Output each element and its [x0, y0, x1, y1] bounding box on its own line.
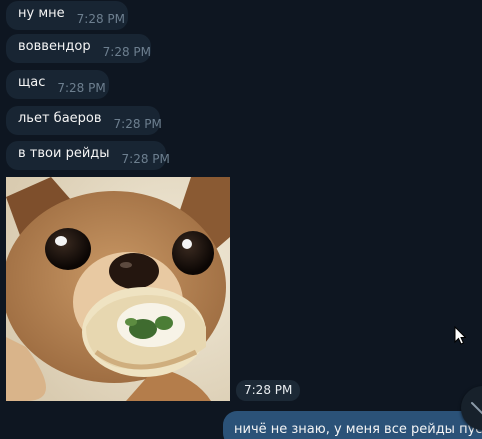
message-time: 7:28 PM: [76, 11, 125, 26]
message-time: 7:28 PM: [57, 80, 106, 95]
message-text: льет баеров: [18, 111, 102, 126]
message-bubble[interactable]: воввендор 7:28 PM: [6, 34, 151, 63]
message-text: воввендор: [18, 39, 91, 54]
outgoing-message-bubble[interactable]: ничё не знаю, у меня все рейды пустые: [223, 411, 482, 439]
chihuahua-photo-image: [6, 177, 230, 401]
message-bubble[interactable]: щас 7:28 PM: [6, 70, 109, 99]
message-time: 7:28 PM: [102, 44, 151, 59]
scroll-down-button[interactable]: [461, 386, 482, 430]
message-time: 7:28 PM: [121, 151, 170, 166]
message-text: ну мне: [18, 6, 65, 21]
message-text: в твои рейды: [18, 146, 110, 161]
message-bubble[interactable]: ну мне 7:28 PM: [6, 1, 128, 30]
chihuahua-photo[interactable]: [6, 177, 230, 401]
chat-history: ну мне 7:28 PM воввендор 7:28 PM щас 7:2…: [0, 0, 482, 439]
mouse-pointer-icon: [454, 325, 467, 345]
message-text: ничё не знаю, у меня все рейды пустые: [234, 422, 482, 437]
chevron-down-icon: [471, 402, 482, 415]
photo-time-badge: 7:28 PM: [236, 380, 301, 401]
message-bubble[interactable]: в твои рейды 7:28 PM: [6, 141, 170, 170]
message-bubble[interactable]: льет баеров 7:28 PM: [6, 106, 162, 135]
message-text: щас: [18, 75, 46, 90]
message-time: 7:28 PM: [113, 116, 162, 131]
